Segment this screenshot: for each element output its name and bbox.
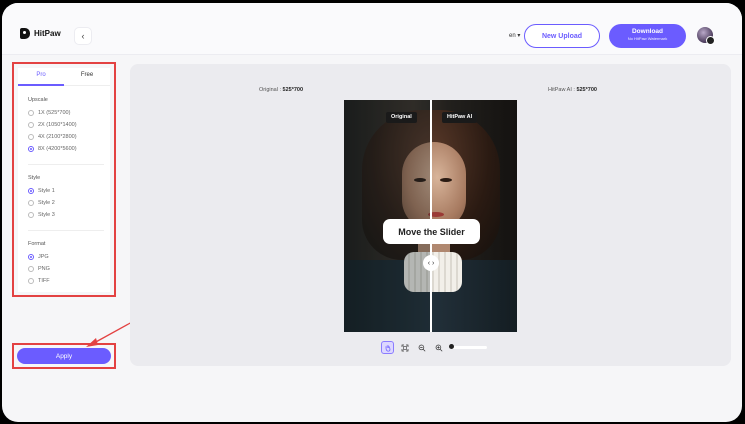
- result-size-label: HitPaw AI : 525*700: [548, 87, 597, 93]
- slider-handle-glyph: ‹ ›: [427, 259, 435, 267]
- result-label: HitPaw AI :: [548, 87, 575, 93]
- zoom-slider-knob[interactable]: [449, 344, 454, 349]
- app-window: HitPaw ‹ en ▾ New Upload Download No Hit…: [2, 3, 742, 422]
- comparison-image[interactable]: Original HitPaw AI Move the Slider ‹ ›: [344, 100, 517, 332]
- tag-hitpaw-ai: HitPaw AI: [442, 112, 478, 123]
- hand-icon[interactable]: [381, 341, 394, 354]
- apply-button[interactable]: Apply: [17, 348, 111, 364]
- tag-original: Original: [386, 112, 417, 123]
- view-toolbar: [381, 341, 487, 354]
- apply-highlight: Apply: [12, 343, 116, 369]
- move-slider-tooltip: Move the Slider: [383, 219, 480, 244]
- result-size: 525*700: [576, 87, 597, 93]
- portrait-eye: [440, 178, 452, 182]
- fit-screen-icon[interactable]: [398, 341, 411, 354]
- original-half-overlay: [344, 100, 430, 332]
- slider-handle[interactable]: ‹ ›: [423, 255, 439, 271]
- original-size: 525*700: [282, 87, 304, 93]
- original-label: Original :: [259, 87, 282, 93]
- original-size-label: Original : 525*700: [259, 87, 303, 93]
- split-line[interactable]: [430, 100, 432, 332]
- zoom-slider[interactable]: [449, 344, 487, 349]
- zoom-out-icon[interactable]: [415, 341, 428, 354]
- zoom-in-icon[interactable]: [432, 341, 445, 354]
- preview-area: Original : 525*700 HitPaw AI : 525*700 O…: [130, 64, 731, 366]
